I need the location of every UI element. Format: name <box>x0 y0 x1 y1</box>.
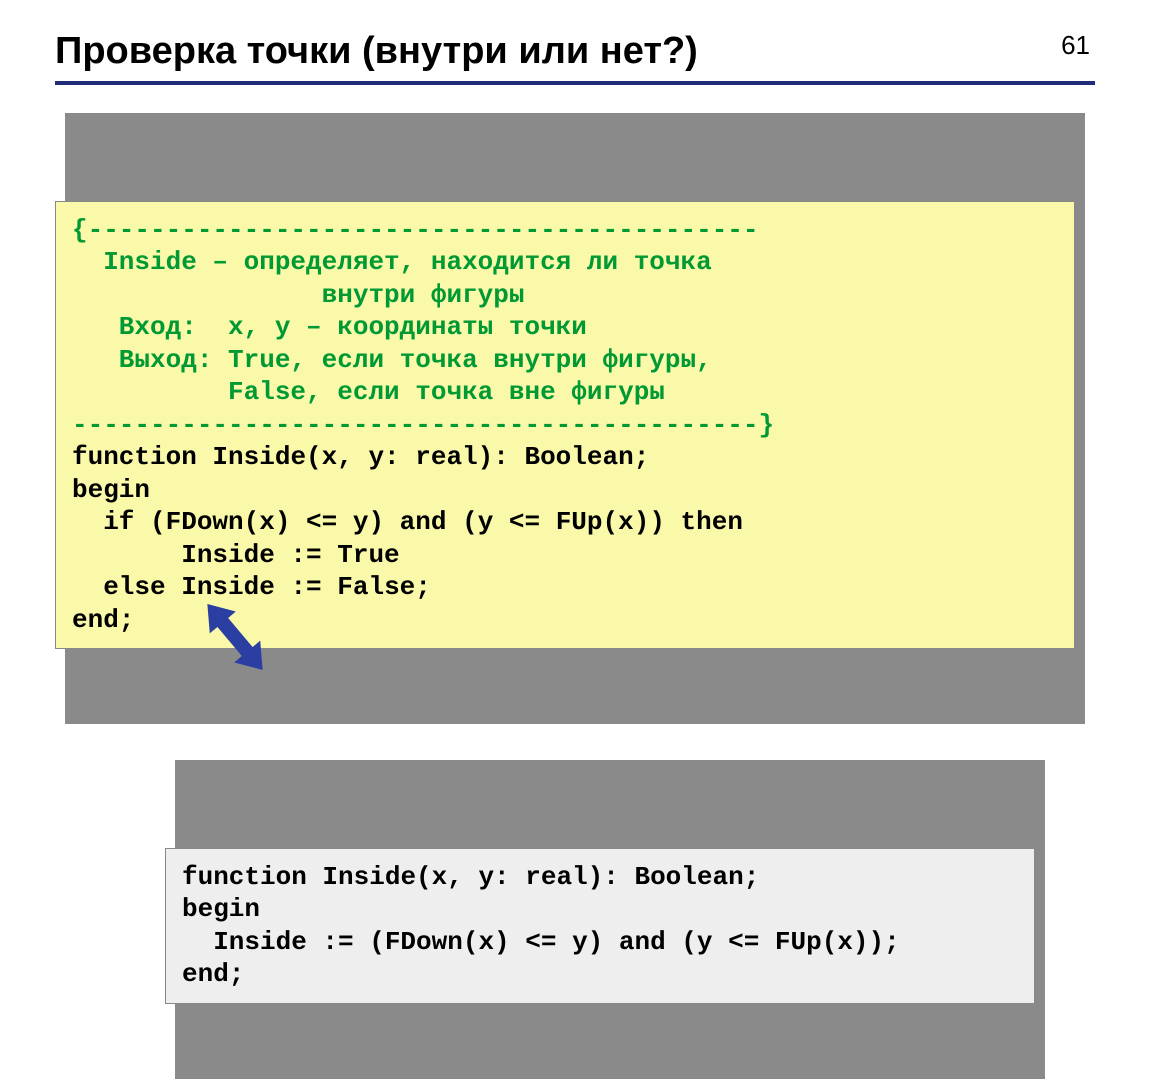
code-block-alt: function Inside(x, y: real): Boolean; be… <box>165 750 1035 1069</box>
comment-line: Inside – определяет, находится ли точка <box>72 247 712 277</box>
keyword-end: end; <box>182 959 244 989</box>
keyword-and: and <box>619 927 666 957</box>
keyword-function: function <box>182 862 307 892</box>
code-text: (y <= FUp(x)); <box>666 927 900 957</box>
slide: 61 Проверка точки (внутри или нет?) {---… <box>0 0 1150 864</box>
code-text: Inside(x, y: real): Boolean; <box>197 442 649 472</box>
keyword-begin: begin <box>72 475 150 505</box>
code-text: Inside := (FDown(x) <= y) <box>182 927 619 957</box>
keyword-then: then <box>681 507 743 537</box>
keyword-and: and <box>400 507 447 537</box>
keyword-false: False <box>337 572 415 602</box>
keyword-begin: begin <box>182 894 260 924</box>
code-text: (FDown(x) <= y) <box>134 507 399 537</box>
keyword-if: if <box>72 507 134 537</box>
code-text: ; <box>415 572 431 602</box>
code-text: (y <= FUp(x)) <box>446 507 680 537</box>
code-text: Inside(x, y: real): Boolean; <box>307 862 759 892</box>
comment-line: Выход: True, если точка внутри фигуры, <box>72 345 712 375</box>
keyword-function: function <box>72 442 197 472</box>
page-number: 61 <box>1061 30 1090 61</box>
double-arrow-icon <box>190 592 280 687</box>
comment-line: внутри фигуры <box>72 280 524 310</box>
keyword-else: else <box>72 572 166 602</box>
code-text: Inside := <box>72 540 337 570</box>
keyword-true: True <box>337 540 399 570</box>
comment-line: Вход: x, y – координаты точки <box>72 312 587 342</box>
comment-line: {---------------------------------------… <box>72 215 759 245</box>
slide-title: Проверка точки (внутри или нет?) <box>55 30 1095 73</box>
comment-line: ----------------------------------------… <box>72 410 774 440</box>
keyword-end: end; <box>72 605 134 635</box>
comment-line: False, если точка вне фигуры <box>72 377 665 407</box>
title-rule <box>55 81 1095 85</box>
